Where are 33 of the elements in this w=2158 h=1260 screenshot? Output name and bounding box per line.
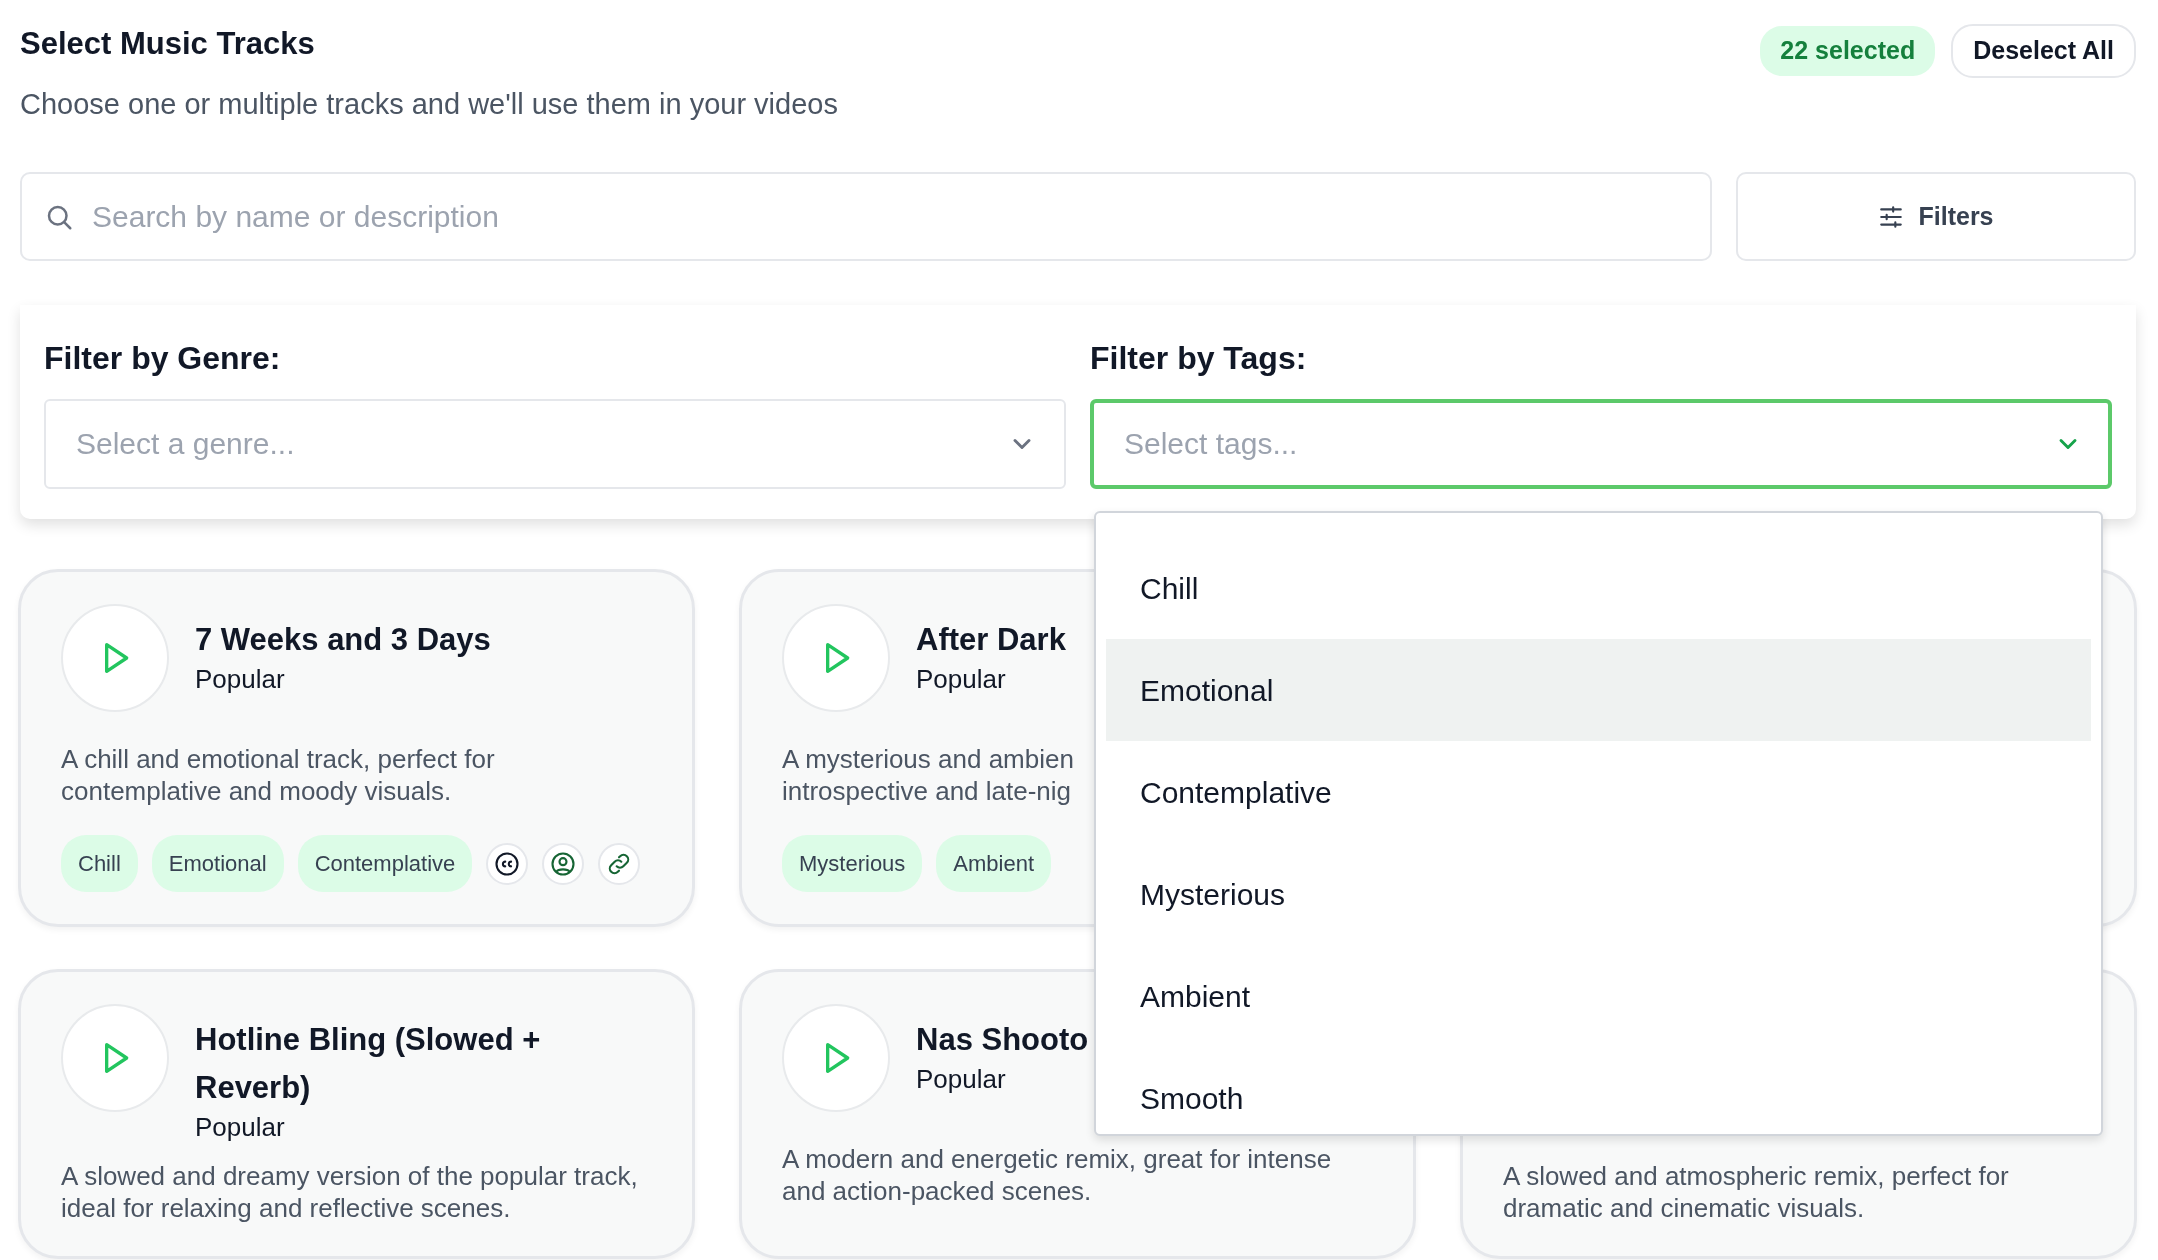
track-category: Popular <box>916 1064 1007 1094</box>
track-category: Popular <box>916 664 1007 694</box>
track-description-line: introspective and late-nig <box>782 775 1072 807</box>
track-description: A slowed and dreamy version of the popular track, ideal for relaxing and reflective scenes. <box>61 1160 639 1224</box>
genre-select[interactable]: Select a genre... <box>44 399 1066 489</box>
track-category: Popular <box>195 1112 286 1142</box>
filter-label: Filter by Tags: <box>1090 339 1308 377</box>
filter-label: Filter by Genre: <box>44 339 282 377</box>
page-title: Select Music Tracks <box>20 25 316 63</box>
track-title: Nas Shooto <box>916 1021 1089 1059</box>
track-card[interactable]: 7 Weeks and 3 Days Popular A chill and emotional track, perfect for contemplative and moody visuals. Chill Emotional Contemplative <box>18 569 695 927</box>
track-title: After Dark <box>916 621 1066 659</box>
track-description-line: A mysterious and ambien <box>782 743 1074 775</box>
search-field[interactable]: Search by name or description <box>20 172 1712 261</box>
tag-chip: Chill <box>61 835 138 892</box>
track-title: 7 Weeks and 3 Days <box>195 621 491 659</box>
tag-chip: Emotional <box>151 835 284 892</box>
tag-chip: Ambient <box>936 835 1052 892</box>
tag-chip: Contemplative <box>297 835 473 892</box>
track-title: Hotline Bling (Slowed + Reverb) <box>195 1021 542 1107</box>
dropdown-option[interactable]: Emotional <box>1106 639 2091 741</box>
deselect-all-button[interactable]: Deselect All <box>1951 24 2136 78</box>
track-description: A modern and energetic remix, great for intense and action-packed scenes. <box>782 1143 1333 1207</box>
sliders-icon <box>1878 203 1905 230</box>
tags-select[interactable]: Select tags... <box>1090 399 2112 489</box>
track-description: A slowed and atmospheric remix, perfect for dramatic and cinematic visuals. <box>1503 1160 2010 1224</box>
selected-count: 22 selected <box>1760 26 1936 76</box>
filters-button[interactable]: Filters <box>1736 172 2136 261</box>
track-card[interactable]: Hotline Bling (Slowed + Reverb) Popular A slowed and dreamy version of the popular track, ideal for relaxing and reflective scenes. <box>18 969 695 1259</box>
track-category: Popular <box>195 664 286 694</box>
tag-chip: Mysterious <box>782 835 923 892</box>
page-subtitle: Choose one or multiple tracks and we'll use them in your videos <box>20 87 838 122</box>
track-description: A chill and emotional track, perfect for contemplative and moody visuals. <box>61 743 496 807</box>
